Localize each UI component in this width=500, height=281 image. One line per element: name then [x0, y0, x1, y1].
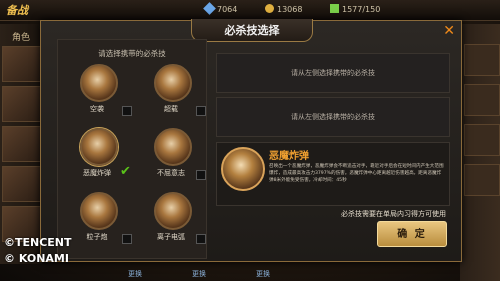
skill-checkbox[interactable]	[196, 234, 206, 244]
skill-name: 超载	[164, 105, 178, 113]
skill-item-demon-bomb[interactable]: 恶魔炸弹 ✔	[64, 126, 134, 186]
bottom-tab[interactable]: 更换	[192, 269, 206, 281]
resource-coin: 13068	[265, 4, 302, 14]
airstrike-icon	[80, 64, 118, 102]
slot-hint: 请从左侧选择携带的必杀技	[291, 69, 375, 77]
equipment-slot[interactable]	[464, 84, 500, 116]
skill-checkbox[interactable]	[196, 170, 206, 180]
skill-checkbox[interactable]	[122, 234, 132, 244]
skill-name: 离子电弧	[157, 233, 185, 241]
page-title: 备战	[6, 4, 28, 17]
skill-name: 粒子炮	[86, 233, 108, 241]
checkmark-icon[interactable]: ✔	[120, 164, 131, 179]
demon-bomb-icon	[221, 147, 265, 191]
character-card[interactable]	[2, 86, 42, 122]
skill-checkbox[interactable]	[196, 106, 206, 116]
equipment-slot[interactable]	[464, 124, 500, 156]
copyright-tencent: ©TENCENT	[4, 236, 72, 249]
skill-item-indomitable-will[interactable]: 不屈意志	[138, 126, 206, 186]
skill-slot-2[interactable]: 请从左侧选择携带的必杀技	[216, 97, 450, 137]
skill-item-airstrike[interactable]: 空袭	[64, 62, 134, 122]
bottom-tab[interactable]: 更换	[128, 269, 142, 281]
energy-icon	[330, 4, 339, 13]
particle-cannon-icon	[80, 192, 118, 230]
overload-icon	[154, 64, 192, 102]
skill-detail-name: 恶魔炸弹	[269, 151, 309, 162]
indomitable-will-icon	[154, 128, 192, 166]
resource-energy: 1577/150	[330, 4, 380, 14]
diamond-icon	[203, 2, 216, 15]
skill-name: 空袭	[90, 105, 104, 113]
confirm-label: 确 定	[397, 229, 427, 240]
equipment-slot[interactable]	[464, 44, 500, 76]
right-background-panel	[460, 24, 500, 281]
character-card[interactable]	[2, 126, 42, 162]
top-status-bar: 备战 7064 13068 1577/150	[0, 0, 500, 21]
bottom-tab[interactable]: 更换	[256, 269, 270, 281]
skill-item-ion-arc[interactable]: 离子电弧	[138, 190, 206, 250]
confirm-button[interactable]: 确 定	[377, 221, 447, 247]
skill-item-particle-cannon[interactable]: 粒子炮	[64, 190, 134, 250]
character-card[interactable]	[2, 46, 42, 82]
skill-detail-description: 召唤出一个恶魔炸弹，恶魔炸弹会不断追击对手，靠近对手后会在短时间内产生大范围爆炸…	[269, 164, 444, 183]
usage-note: 必杀技需要在单局内习得方可使用	[341, 210, 446, 218]
skill-slot-1[interactable]: 请从左侧选择携带的必杀技	[216, 53, 450, 93]
resource-diamond: 7064	[203, 2, 237, 15]
skill-list-hint: 请选择携带的必杀技	[98, 49, 166, 58]
modal-title: 必杀技选择	[224, 24, 280, 37]
slot-hint: 请从左侧选择携带的必杀技	[291, 113, 375, 121]
side-tab-label: 角色	[12, 33, 31, 43]
ion-arc-icon	[154, 192, 192, 230]
character-card[interactable]	[2, 166, 42, 202]
side-character-tab[interactable]: 角色	[0, 24, 42, 264]
modal-header: 必杀技选择	[191, 19, 313, 42]
coin-icon	[265, 4, 274, 13]
skill-checkbox[interactable]	[122, 106, 132, 116]
close-icon[interactable]: ✕	[443, 23, 455, 39]
equipment-slot[interactable]	[464, 164, 500, 196]
demon-bomb-icon	[80, 128, 118, 166]
skill-item-overload[interactable]: 超载	[138, 62, 206, 122]
skill-list-panel: 请选择携带的必杀技 空袭 超载 恶魔炸弹 ✔ 不屈意志 粒子炮 离子电弧	[57, 39, 207, 259]
skill-name: 不屈意志	[157, 169, 185, 177]
skill-detail-panel: 恶魔炸弹 召唤出一个恶魔炸弹，恶魔炸弹会不断追击对手，靠近对手后会在短时间内产生…	[216, 142, 450, 206]
copyright-konami: © KONAMI	[4, 252, 69, 265]
ultimate-skill-modal: 必杀技选择 ✕ 请选择携带的必杀技 空袭 超载 恶魔炸弹 ✔ 不屈意志 粒子炮	[40, 19, 462, 262]
